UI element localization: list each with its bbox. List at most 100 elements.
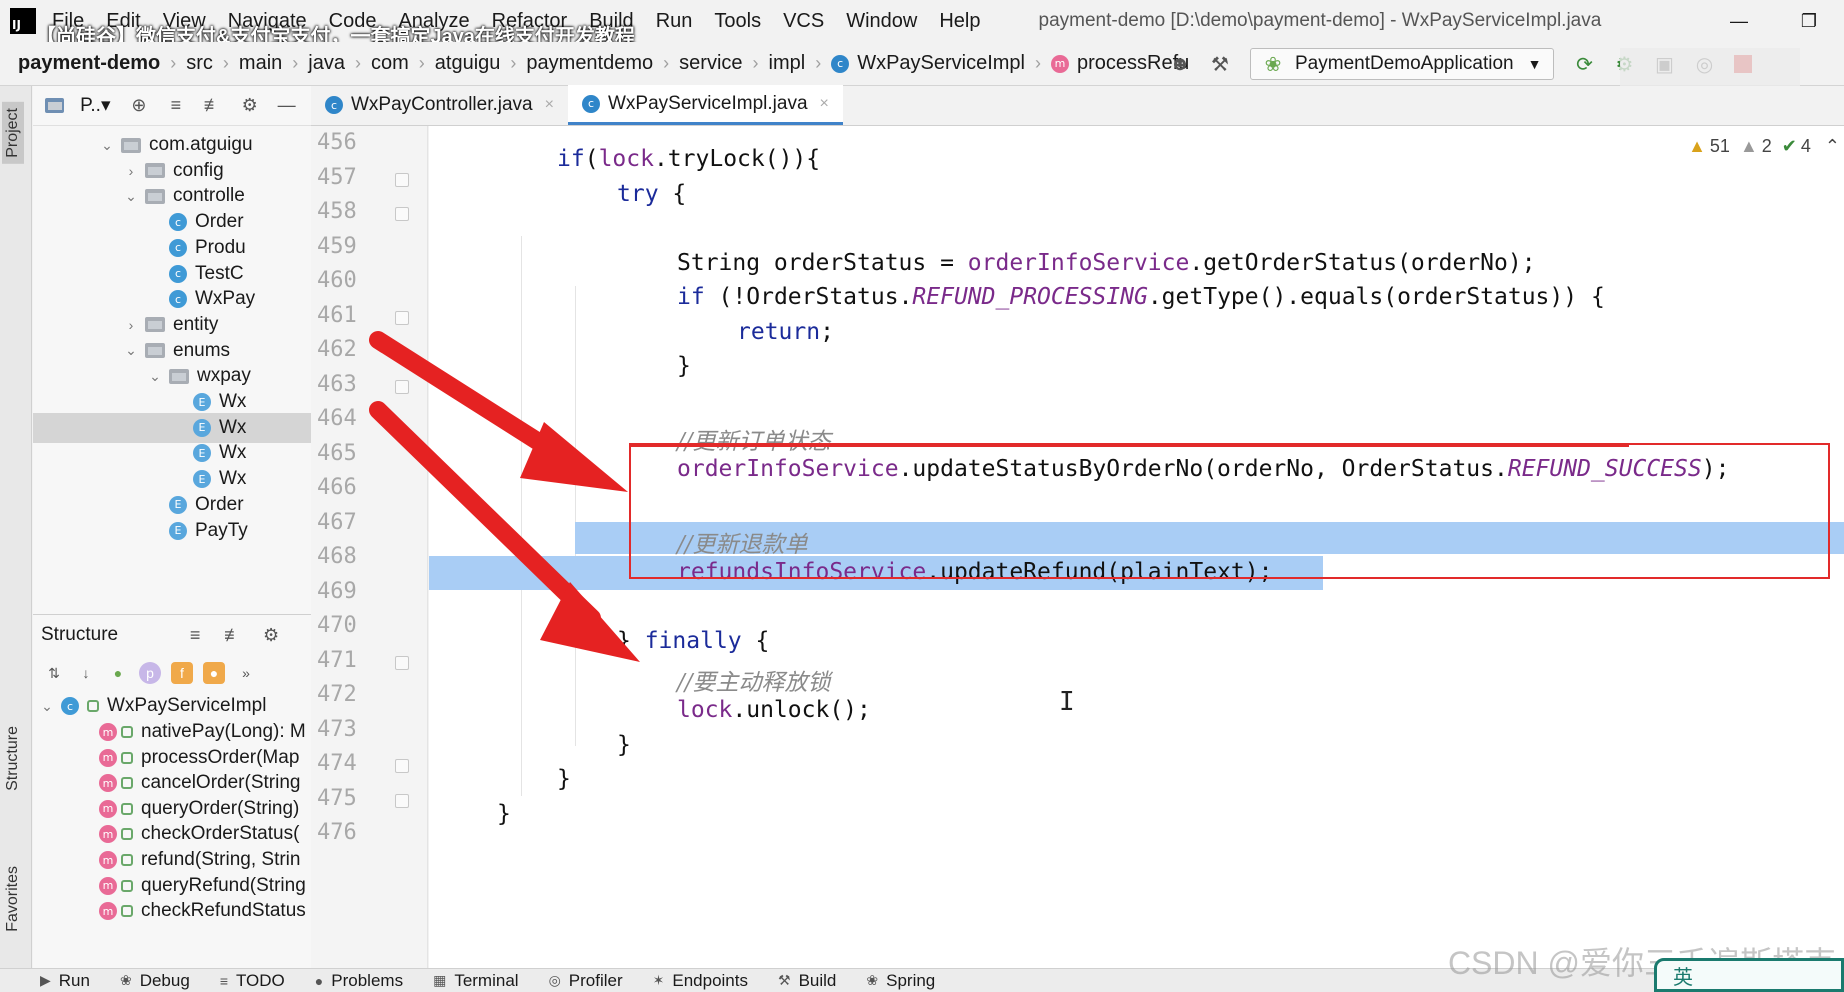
tool-label: Run: [58, 970, 90, 990]
fold-marker-icon[interactable]: [395, 655, 409, 670]
menu-tools[interactable]: Tools: [714, 10, 761, 33]
chevron-right-icon: ›: [663, 53, 670, 73]
structure-method-item[interactable]: m checkRefundStatus: [33, 896, 311, 926]
fold-marker-icon[interactable]: [395, 172, 409, 187]
indent-guide: [575, 286, 576, 746]
project-tree-label: com.atguigu: [149, 134, 253, 155]
expand-all-icon[interactable]: ≡: [182, 622, 208, 648]
show-fields-icon[interactable]: f: [171, 662, 193, 684]
gear-icon[interactable]: ⚙: [237, 93, 262, 119]
project-tree-label: Order: [195, 493, 244, 515]
code-text: }: [617, 628, 645, 654]
favorites-tool-tab[interactable]: Favorites: [4, 866, 22, 932]
sort-visibility-icon[interactable]: ⇅: [43, 662, 65, 684]
breadcrumb-main[interactable]: main: [239, 52, 282, 75]
breadcrumb-com[interactable]: com: [371, 52, 409, 75]
rerun-icon[interactable]: ⟳: [1570, 50, 1598, 78]
tool-debug[interactable]: ❀ Debug: [120, 971, 190, 991]
project-view-select[interactable]: P..▾: [80, 94, 110, 117]
maximize-icon[interactable]: ❐: [1774, 11, 1844, 32]
tab-wxpayserviceimpl[interactable]: c WxPayServiceImpl.java ×: [567, 85, 843, 125]
project-tool-tab[interactable]: Project: [2, 102, 24, 164]
tool-profiler[interactable]: ◎ Profiler: [549, 971, 623, 991]
menu-window[interactable]: Window: [846, 10, 917, 33]
breadcrumb-atguigu[interactable]: atguigu: [435, 52, 501, 75]
field-lock: lock: [598, 146, 654, 172]
locate-icon[interactable]: ⊕: [126, 93, 151, 119]
chevron-down-icon[interactable]: ⌄: [123, 188, 139, 205]
run-configuration-select[interactable]: ❀ PaymentDemoApplication ▼: [1250, 48, 1555, 80]
window-controls: — ❐: [1704, 0, 1844, 42]
line-number: 470: [317, 613, 357, 638]
tool-terminal[interactable]: ▦ Terminal: [433, 971, 518, 991]
breadcrumb-java[interactable]: java: [308, 52, 345, 75]
minimize-icon[interactable]: —: [1704, 11, 1774, 32]
tool-spring[interactable]: ❀ Spring: [866, 971, 935, 991]
line-number: 456: [317, 130, 357, 155]
fold-marker-icon[interactable]: [395, 379, 409, 394]
tab-label: WxPayServiceImpl.java: [607, 92, 808, 114]
project-tree-label: wxpay: [197, 365, 251, 387]
code-text: String orderStatus =: [677, 250, 968, 276]
breadcrumb-paymentdemo[interactable]: paymentdemo: [526, 52, 653, 75]
menu-run[interactable]: Run: [656, 10, 693, 33]
structure-tool-tab[interactable]: Structure: [4, 726, 22, 791]
tool-label: Terminal: [454, 970, 519, 990]
field-orderinfoservice: orderInfoService: [967, 250, 1190, 276]
fold-marker-icon[interactable]: [395, 310, 409, 325]
chevron-right-icon[interactable]: ›: [123, 163, 139, 179]
method-icon: m: [99, 799, 117, 818]
fold-marker-icon[interactable]: [395, 207, 409, 221]
collapse-all-icon[interactable]: ≢: [220, 622, 246, 648]
sort-alpha-icon[interactable]: ↓: [75, 662, 97, 684]
tool-todo[interactable]: ≡ TODO: [220, 971, 285, 991]
fold-marker-icon[interactable]: [395, 793, 409, 808]
show-inherited-icon[interactable]: ●: [107, 662, 129, 684]
bug-icon: ❀: [119, 972, 132, 988]
expand-all-icon[interactable]: ≡: [163, 93, 188, 119]
ime-indicator[interactable]: 英: [1654, 958, 1844, 992]
tool-build[interactable]: ⚒ Build: [778, 971, 836, 991]
class-icon: c: [169, 290, 187, 309]
enum-icon: E: [193, 393, 211, 411]
breadcrumb-src[interactable]: src: [186, 52, 213, 75]
fold-marker-icon[interactable]: [395, 759, 409, 773]
more-icon[interactable]: »: [235, 662, 257, 684]
hammer-icon[interactable]: ⚒: [1206, 50, 1234, 78]
tab-wxpaycontroller[interactable]: c WxPayController.java ×: [311, 85, 568, 125]
line-number: 468: [317, 544, 357, 569]
chevron-down-icon[interactable]: ⌄: [123, 342, 139, 359]
hide-icon[interactable]: —: [274, 93, 299, 119]
close-icon[interactable]: ×: [820, 95, 829, 113]
user-icon[interactable]: ☻: [1166, 50, 1194, 78]
breadcrumb-class[interactable]: c WxPayServiceImpl: [831, 52, 1025, 75]
tool-label: TODO: [235, 970, 285, 990]
chevron-down-icon[interactable]: ⌄: [99, 137, 115, 154]
close-icon[interactable]: ×: [545, 96, 554, 114]
chevron-down-icon: ▼: [1527, 56, 1542, 72]
breadcrumb-project[interactable]: payment-demo: [18, 52, 160, 75]
show-properties-icon[interactable]: p: [139, 662, 161, 684]
show-non-public-icon[interactable]: ●: [203, 662, 225, 684]
constant-refund-processing: REFUND_PROCESSING: [912, 284, 1148, 310]
project-tree-item[interactable]: E PayTy: [33, 516, 311, 546]
tool-run[interactable]: ▶ Run: [40, 971, 90, 991]
chevron-down-icon[interactable]: ⌄: [147, 368, 163, 385]
tool-endpoints[interactable]: ✶ Endpoints: [653, 971, 748, 991]
chevron-right-icon: ›: [354, 53, 361, 73]
chevron-up-icon[interactable]: ⌃: [1825, 136, 1840, 157]
collapse-all-icon[interactable]: ≢: [200, 93, 225, 119]
menu-vcs[interactable]: VCS: [783, 10, 824, 33]
line-number: 474: [317, 751, 357, 776]
inspection-widget[interactable]: ▲ 51 ▲ 2 ✔ 4 ⌃: [1678, 136, 1840, 157]
project-tree-label: Wx: [219, 416, 247, 438]
class-icon: c: [169, 238, 187, 257]
gear-icon[interactable]: ⚙: [258, 622, 284, 648]
breadcrumb-service[interactable]: service: [679, 52, 742, 75]
chevron-right-icon[interactable]: ›: [123, 317, 139, 333]
breadcrumb-impl[interactable]: impl: [769, 52, 806, 75]
menu-help[interactable]: Help: [939, 10, 980, 33]
tool-problems[interactable]: ● Problems: [315, 971, 403, 991]
chevron-right-icon: ›: [418, 53, 425, 73]
code-text: .tryLock()){: [653, 146, 821, 172]
